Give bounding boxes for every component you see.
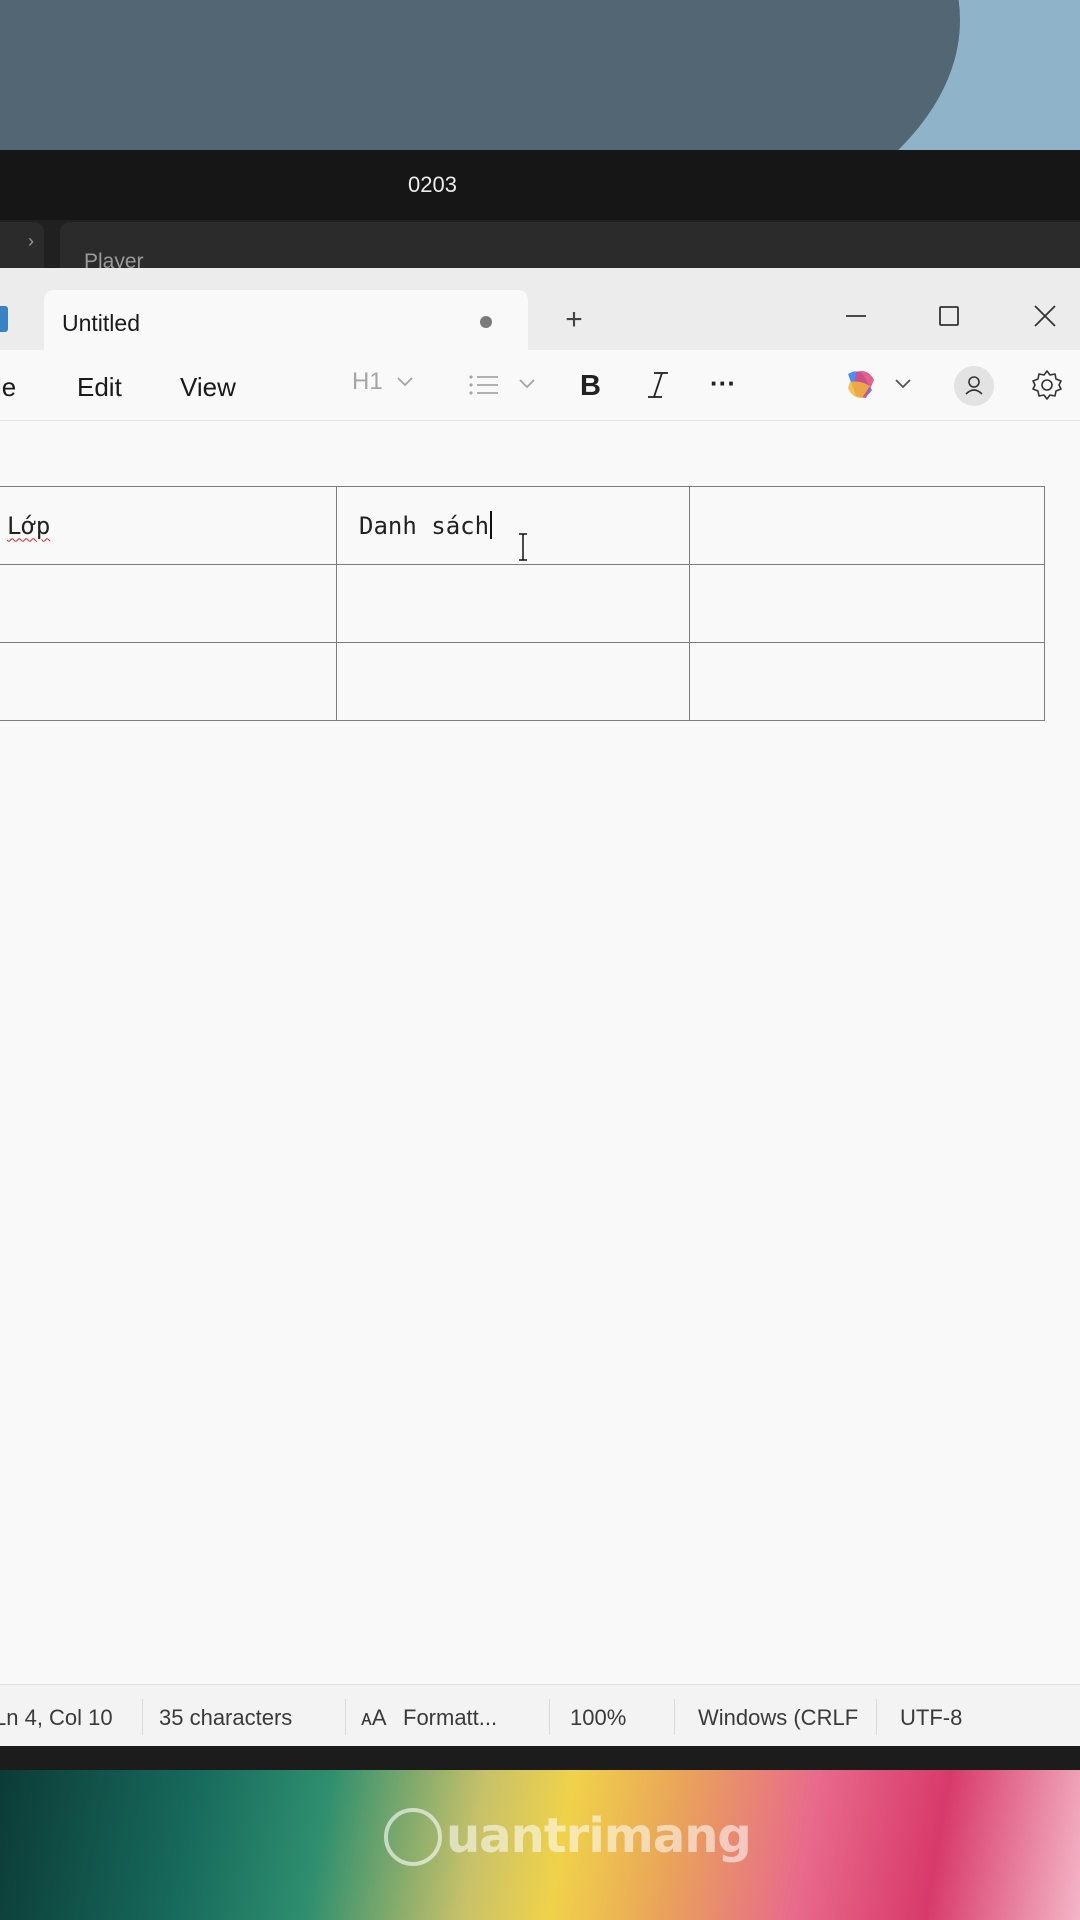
menu-file[interactable]: le — [0, 372, 16, 403]
notepad-app-icon — [0, 306, 8, 332]
table-cell[interactable]: Lớp — [0, 486, 337, 565]
watermark-logo-icon — [384, 1808, 442, 1866]
copilot-icon — [848, 371, 911, 398]
account-button[interactable] — [954, 366, 994, 406]
table-cell[interactable] — [689, 486, 1045, 565]
format-icon: ᴀA — [361, 1705, 387, 1730]
settings-icon — [1032, 370, 1062, 400]
menu-edit[interactable]: Edit — [77, 372, 122, 403]
table-cell[interactable] — [0, 642, 337, 721]
account-icon — [965, 376, 983, 395]
taskbar-gap — [0, 1746, 1080, 1770]
text-caret — [490, 511, 493, 539]
status-line-ending[interactable]: Windows (CRLF — [698, 1705, 858, 1731]
notepad-titlebar: Untitled + — [0, 268, 1080, 352]
unsaved-dot-icon[interactable] — [480, 316, 492, 328]
notepad-window: Untitled + le Edit View H1 — [0, 268, 1080, 1746]
close-button[interactable] — [1023, 294, 1067, 338]
tab-untitled[interactable]: Untitled — [44, 290, 528, 352]
table-cell[interactable] — [336, 642, 690, 721]
more-button[interactable]: ··· — [710, 368, 736, 399]
status-zoom[interactable]: 100% — [570, 1705, 626, 1731]
chevron-down-icon — [397, 377, 413, 387]
maximize-button[interactable] — [927, 294, 971, 338]
status-encoding[interactable]: UTF-8 — [900, 1705, 962, 1731]
copilot-dropdown[interactable] — [842, 368, 922, 407]
cell-text: Lớp — [7, 511, 51, 540]
settings-button[interactable] — [1028, 366, 1066, 409]
maximize-icon — [939, 306, 959, 326]
list-icon — [469, 375, 535, 395]
close-icon — [1034, 305, 1056, 327]
watermark-text: uantrimang — [446, 1808, 752, 1864]
table-cell[interactable] — [0, 564, 337, 643]
minimize-button[interactable] — [834, 294, 878, 338]
menu-view[interactable]: View — [180, 372, 236, 403]
outer-tab-player[interactable] — [60, 222, 1080, 272]
menu-bar: le Edit View H1 B ··· — [0, 350, 1080, 421]
italic-icon — [648, 372, 668, 398]
status-characters: 35 characters — [159, 1705, 293, 1730]
list-dropdown[interactable] — [468, 372, 538, 403]
outer-window-title: 0203 — [408, 172, 457, 197]
italic-button[interactable] — [645, 370, 671, 405]
tab-title: Untitled — [62, 310, 140, 336]
table-row — [0, 564, 1045, 643]
cell-text: Danh sách — [359, 512, 490, 540]
bold-icon: B — [580, 370, 601, 402]
wallpaper-top — [0, 0, 1080, 150]
table-row — [0, 642, 1045, 721]
outer-chevron-right-icon[interactable]: › — [0, 222, 44, 272]
status-bar: Ln 4, Col 10 35 characters ᴀA Formatt...… — [0, 1684, 1080, 1746]
status-format[interactable]: Formatt... — [403, 1705, 497, 1731]
more-icon: ··· — [710, 368, 736, 398]
table-cell[interactable] — [689, 642, 1045, 721]
heading-label: H1 — [352, 368, 383, 395]
markdown-table[interactable]: Lớp Danh sách — [0, 486, 1045, 721]
i-beam-cursor-icon — [519, 533, 527, 561]
heading-dropdown[interactable]: H1 — [352, 368, 415, 396]
table-cell[interactable]: Danh sách — [336, 486, 690, 565]
bold-button[interactable]: B — [580, 370, 601, 403]
table-cell[interactable] — [689, 564, 1045, 643]
minimize-icon — [846, 315, 866, 317]
new-tab-button[interactable]: + — [556, 302, 592, 338]
table-cell[interactable] — [336, 564, 690, 643]
status-position[interactable]: Ln 4, Col 10 — [0, 1705, 113, 1731]
